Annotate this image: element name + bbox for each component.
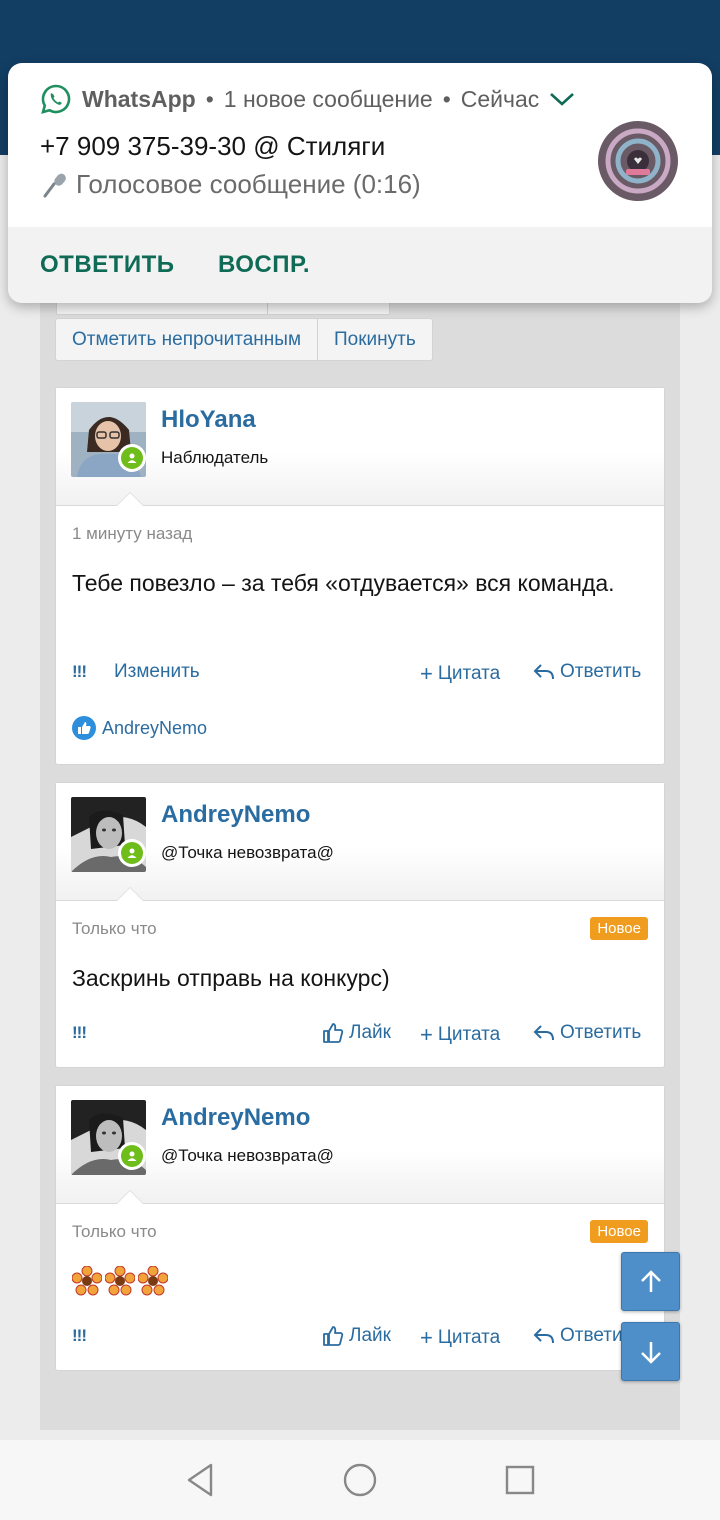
play-action-button[interactable]: ВОСПР. [218, 251, 310, 279]
report-link[interactable]: !!! [72, 1326, 87, 1346]
report-link[interactable]: !!! [72, 662, 87, 682]
quote-label: Цитата [437, 663, 501, 684]
post-text: Тебе повезло – за тебя «отдувается» вся … [72, 570, 615, 596]
new-badge: Новое [590, 1220, 648, 1243]
scroll-up-button[interactable] [621, 1252, 680, 1311]
reply-icon [533, 1025, 554, 1041]
quote-label: Цитата [437, 1024, 501, 1045]
post-actions: !!! Изменить + Цитата Ответить [72, 658, 648, 688]
app-name: WhatsApp [82, 85, 196, 112]
leave-thread-button[interactable]: Покинуть [318, 318, 433, 361]
back-icon[interactable] [180, 1460, 220, 1500]
report-link[interactable]: !!! [72, 1023, 87, 1043]
online-status-icon [118, 444, 146, 472]
microphone-icon [43, 173, 66, 197]
android-navigation-bar [0, 1440, 720, 1520]
arrow-down-icon [640, 1341, 661, 1364]
likes-summary: AndreyNemo [72, 716, 207, 740]
arrow-up-icon [640, 1269, 661, 1292]
whatsapp-icon [41, 84, 71, 114]
username[interactable]: AndreyNemo [161, 801, 310, 829]
reply-link[interactable]: Ответить [533, 661, 641, 683]
scroll-down-button[interactable] [621, 1322, 680, 1381]
message-text: Голосовое сообщение (0:16) [76, 169, 421, 199]
post-time[interactable]: Только что [72, 919, 157, 939]
reply-action-button[interactable]: ОТВЕТИТЬ [40, 251, 175, 279]
post-text: Заскринь отправь на конкурс) [72, 965, 390, 991]
notification-actions: ОТВЕТИТЬ ВОСПР. [8, 227, 712, 303]
post-time[interactable]: 1 минуту назад [72, 524, 192, 544]
user-title: Наблюдатель [161, 448, 269, 467]
flower-emoji-icon [72, 1266, 102, 1296]
like-label: Лайк [349, 1022, 391, 1043]
post-actions: !!! Лайк + Цитата Ответить [72, 1322, 648, 1352]
post-header: AndreyNemo @Точка невозврата@ [56, 783, 664, 901]
post-time[interactable]: Только что [72, 1222, 157, 1242]
plus-icon: + [420, 1022, 433, 1047]
separator-dot: • [442, 85, 451, 112]
new-badge: Новое [590, 917, 648, 940]
liked-by-user[interactable]: AndreyNemo [102, 718, 207, 739]
emoji-row [72, 1266, 168, 1296]
flower-emoji-icon [138, 1266, 168, 1296]
online-status-icon [118, 1142, 146, 1170]
thumbs-up-icon [323, 1326, 344, 1346]
header-pointer [116, 492, 144, 506]
notification-message: Голосовое сообщение (0:16) [40, 169, 421, 200]
home-icon[interactable] [340, 1460, 380, 1500]
like-link[interactable]: Лайк [322, 1022, 391, 1044]
flower-emoji-icon [105, 1266, 135, 1296]
post-actions: !!! Лайк + Цитата Ответить [72, 1019, 648, 1049]
user-title: @Точка невозврата@ [161, 1146, 334, 1165]
reply-label: Ответить [560, 1022, 642, 1043]
post-header: AndreyNemo @Точка невозврата@ [56, 1086, 664, 1204]
group-avatar [598, 121, 678, 201]
header-pointer [116, 1190, 144, 1204]
username[interactable]: HloYana [161, 406, 256, 434]
reply-icon [533, 664, 554, 680]
post-3: AndreyNemo @Точка невозврата@ Только что… [55, 1085, 665, 1371]
reply-label: Ответить [560, 661, 642, 682]
plus-icon: + [420, 661, 433, 686]
whatsapp-notification[interactable]: WhatsApp • 1 новое сообщение • Сейчас +7… [8, 63, 712, 303]
username[interactable]: AndreyNemo [161, 1104, 310, 1132]
online-status-icon [118, 839, 146, 867]
notification-meta: 1 новое сообщение [223, 85, 433, 112]
plus-icon: + [420, 1325, 433, 1350]
post-1: HloYana Наблюдатель 1 минуту назад Тебе … [55, 387, 665, 765]
notification-header: WhatsApp • 1 новое сообщение • Сейчас [40, 83, 575, 115]
quote-link[interactable]: + Цитата [420, 661, 500, 687]
notification-title: +7 909 375-39-30 @ Стиляги [40, 131, 386, 161]
header-pointer [116, 887, 144, 901]
mark-unread-button[interactable]: Отметить непрочитанным [55, 318, 319, 361]
reply-link[interactable]: Ответить [533, 1022, 641, 1044]
chevron-down-icon[interactable] [549, 91, 575, 107]
thread-buttons-row-2: Отметить непрочитанным Покинуть [55, 318, 433, 361]
thumbs-up-icon [323, 1023, 344, 1043]
edit-link[interactable]: Изменить [114, 661, 200, 683]
quote-link[interactable]: + Цитата [420, 1325, 500, 1351]
reply-icon [533, 1328, 554, 1344]
separator-dot: • [205, 85, 214, 112]
post-2: AndreyNemo @Точка невозврата@ Только что… [55, 782, 665, 1068]
recents-icon[interactable] [500, 1460, 540, 1500]
quote-label: Цитата [437, 1327, 501, 1348]
post-header: HloYana Наблюдатель [56, 388, 664, 506]
notification-time: Сейчас [460, 85, 540, 112]
like-link[interactable]: Лайк [322, 1325, 391, 1347]
user-title: @Точка невозврата@ [161, 843, 334, 862]
quote-link[interactable]: + Цитата [420, 1022, 500, 1048]
like-label: Лайк [349, 1325, 391, 1346]
like-icon [72, 716, 96, 740]
